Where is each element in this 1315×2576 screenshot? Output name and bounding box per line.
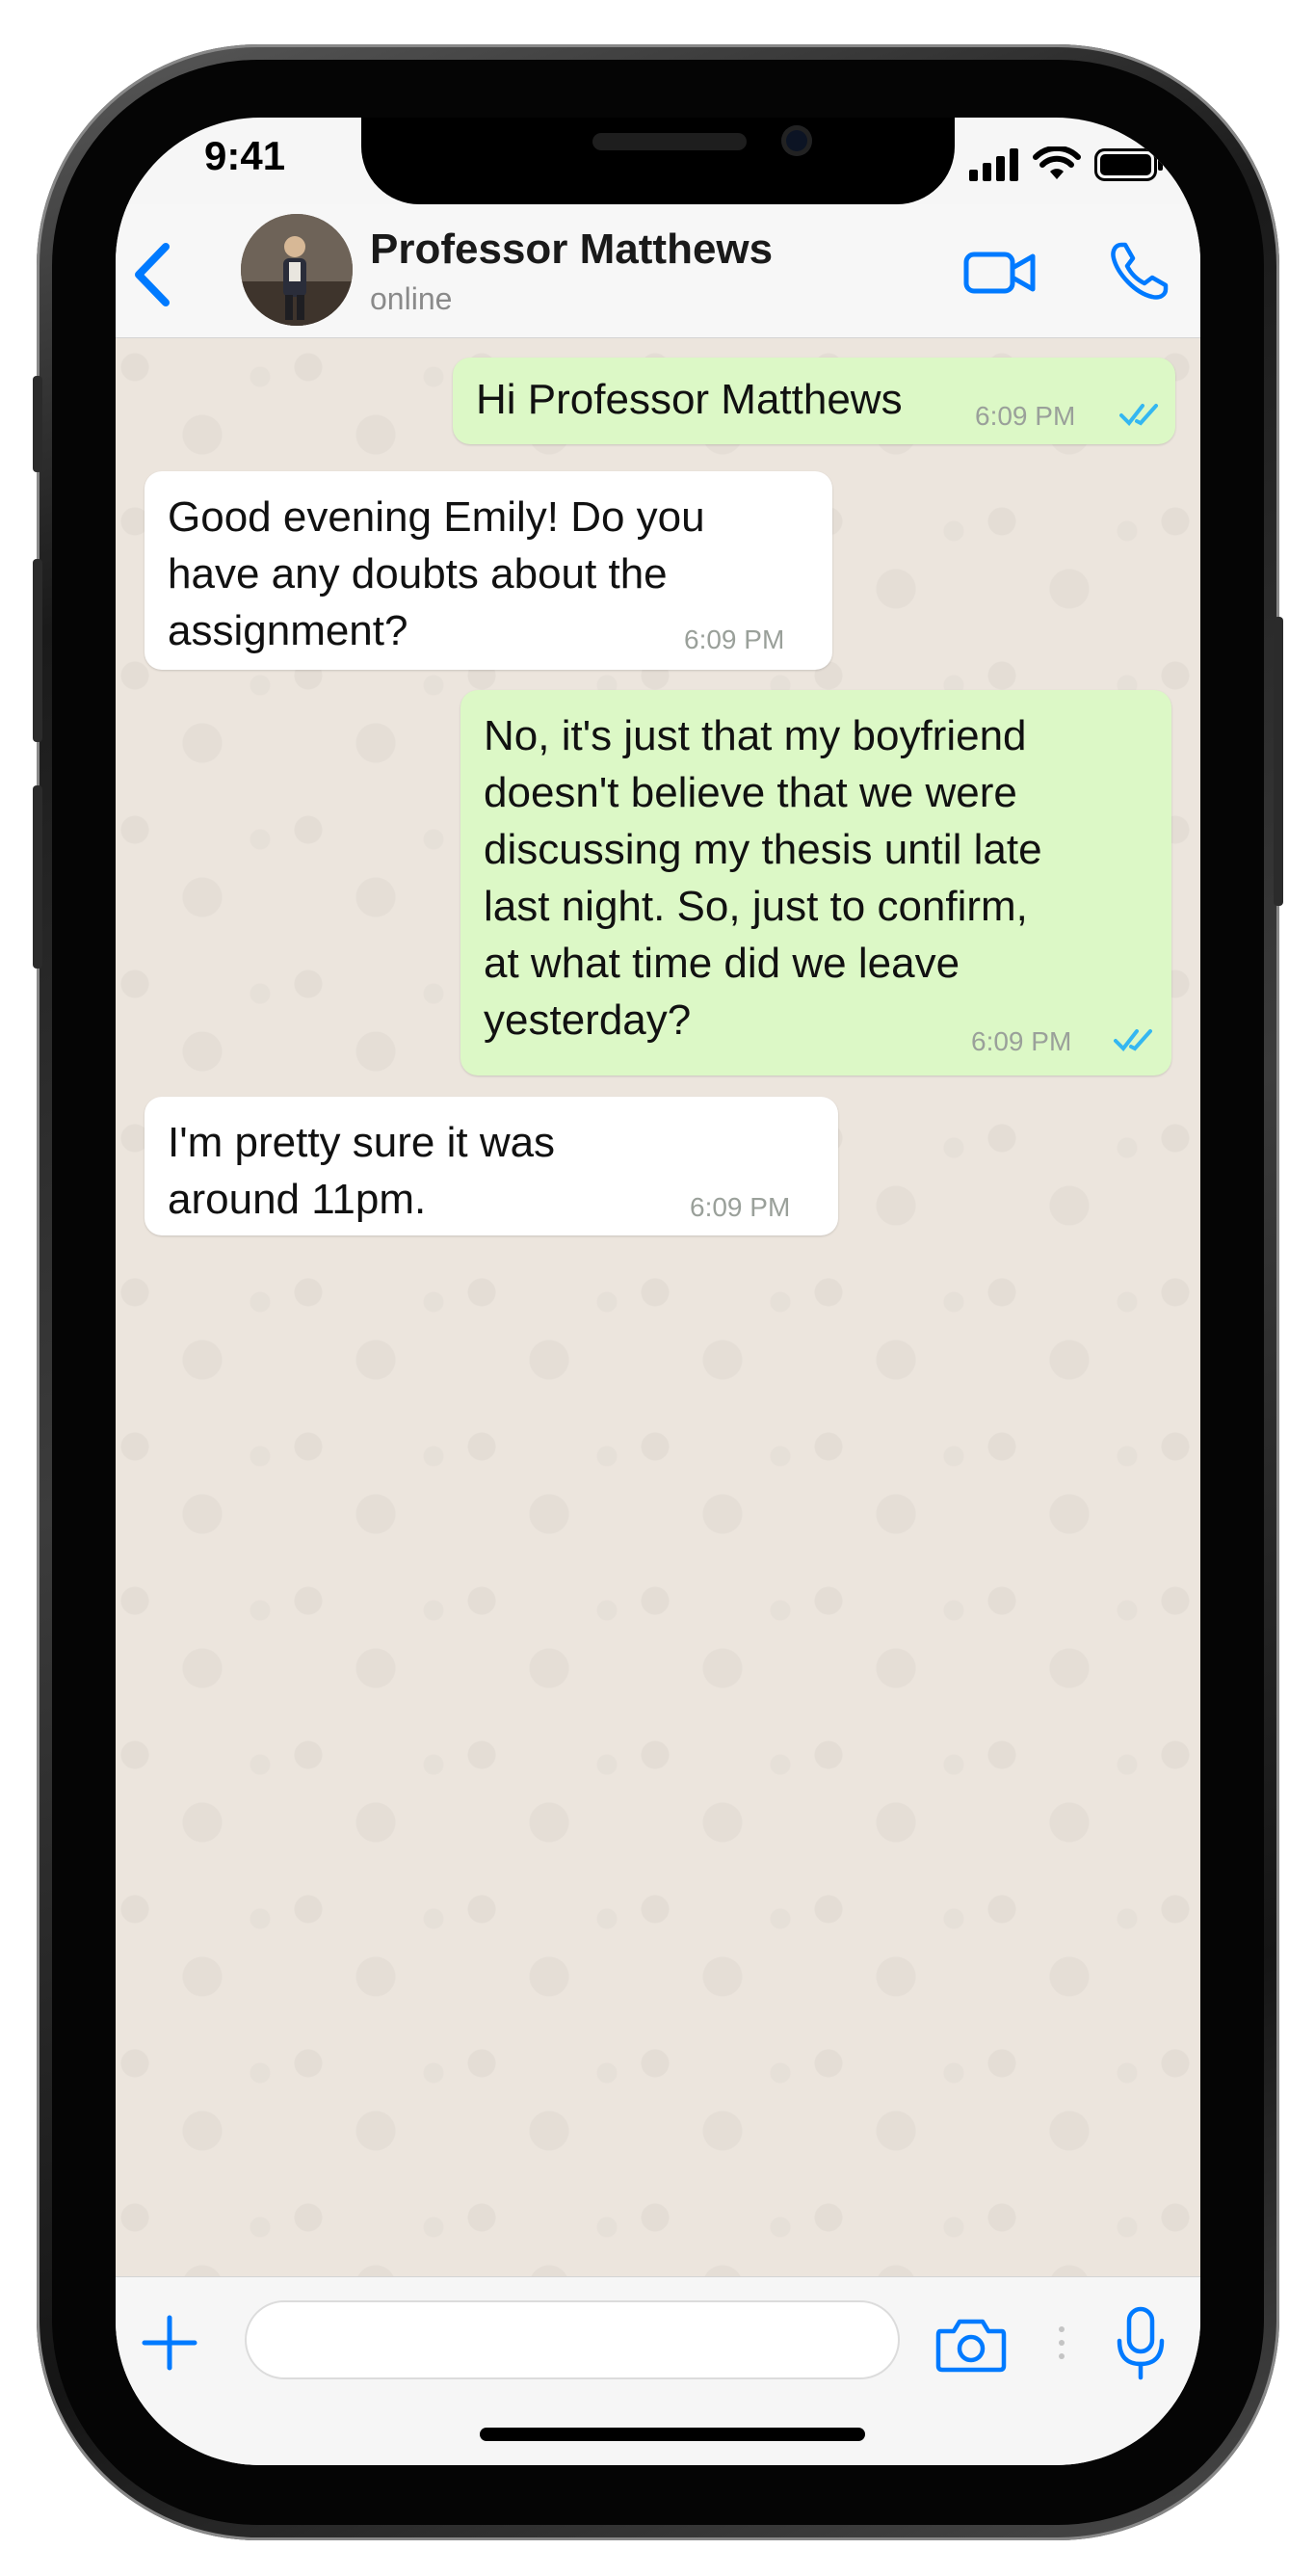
message-line: I'm pretty sure it was	[168, 1119, 556, 1166]
message-line: last night. So, just to confirm,	[484, 883, 1028, 930]
volume-down-button	[33, 785, 42, 969]
home-indicator[interactable]	[480, 2428, 865, 2441]
camera-icon[interactable]	[934, 2316, 1008, 2374]
message-line: No, it's just that my boyfriend	[484, 712, 1027, 759]
plus-icon[interactable]	[139, 2312, 200, 2374]
message-line: have any doubts about the	[168, 550, 668, 598]
wifi-icon	[1033, 146, 1081, 179]
message-line: doesn't believe that we were	[484, 769, 1017, 816]
message-line: at what time did we leave	[484, 940, 960, 987]
video-call-icon[interactable]	[963, 247, 1037, 297]
message-line: Good evening Emily! Do you	[168, 493, 705, 541]
double-check-icon	[1114, 1029, 1152, 1052]
message-input-bar	[116, 2276, 1200, 2465]
chat-header: Professor Matthews online	[116, 204, 1200, 338]
status-time: 9:41	[204, 133, 286, 178]
speaker-grille	[592, 133, 747, 150]
battery-icon	[1094, 148, 1163, 181]
contact-status: online	[370, 281, 453, 316]
message-bubble-outgoing[interactable]: No, it's just that my boyfriend doesn't …	[460, 690, 1171, 1076]
cellular-signal-icon	[969, 148, 1018, 181]
message-text: No, it's just that my boyfriend doesn't …	[484, 707, 1042, 1049]
power-button	[1274, 617, 1283, 906]
message-time: 6:09 PM	[975, 401, 1076, 431]
volume-up-button	[33, 559, 42, 742]
message-input[interactable]	[245, 2300, 900, 2379]
message-text: Hi Professor Matthews	[476, 376, 903, 423]
chat-area[interactable]: Hi Professor Matthews 6:09 PM Good eveni…	[116, 338, 1200, 2276]
separator-dots-icon	[1059, 2326, 1065, 2359]
message-bubble-outgoing[interactable]: Hi Professor Matthews 6:09 PM	[453, 358, 1175, 444]
mute-switch	[33, 376, 42, 472]
message-bubble-incoming[interactable]: Good evening Emily! Do you have any doub…	[145, 471, 832, 670]
double-check-icon	[1119, 404, 1158, 427]
message-text: Good evening Emily! Do you have any doub…	[168, 489, 705, 659]
message-line: yesterday?	[484, 996, 692, 1044]
message-bubble-incoming[interactable]: I'm pretty sure it was around 11pm. 6:09…	[145, 1097, 838, 1235]
message-text: I'm pretty sure it was around 11pm.	[168, 1114, 555, 1228]
message-line: around 11pm.	[168, 1176, 427, 1223]
phone-icon[interactable]	[1108, 241, 1170, 303]
front-camera	[781, 125, 812, 156]
message-time: 6:09 PM	[690, 1192, 791, 1222]
notch	[361, 118, 955, 204]
phone-screen: 9:41 Professor Matthews online Hi Profes…	[116, 118, 1200, 2465]
message-line: discussing my thesis until late	[484, 826, 1042, 873]
message-line: assignment?	[168, 607, 408, 654]
person-silhouette-icon	[241, 214, 353, 326]
microphone-icon[interactable]	[1114, 2306, 1168, 2381]
avatar[interactable]	[241, 214, 353, 326]
message-time: 6:09 PM	[971, 1026, 1072, 1056]
back-chevron-icon[interactable]	[125, 241, 183, 308]
message-time: 6:09 PM	[684, 624, 785, 654]
contact-name[interactable]: Professor Matthews	[370, 226, 773, 274]
